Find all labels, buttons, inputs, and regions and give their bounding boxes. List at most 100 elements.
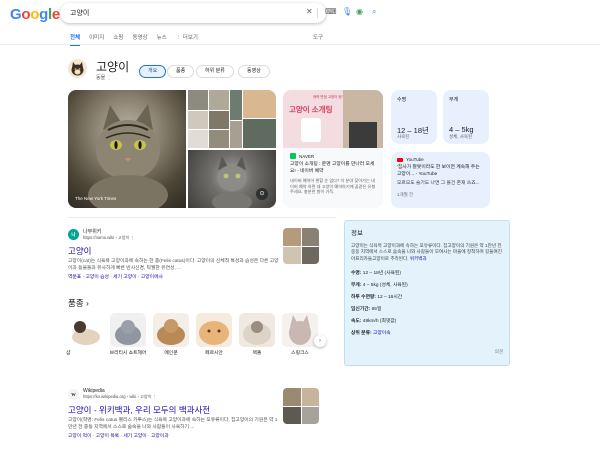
- fact-genus: 상위 분류: 고양이속: [351, 329, 503, 336]
- tools-button[interactable]: 도구: [313, 33, 323, 41]
- image-search-icon[interactable]: ⊙: [256, 188, 268, 200]
- book-title-art: 고양이 소개팅: [289, 105, 333, 114]
- breed-name[interactable]: 스핑크스: [280, 351, 320, 357]
- cat-figure: [301, 118, 321, 142]
- search-box[interactable]: 고양이 ✕ ⌨ 🎙 ◉ ⌕: [60, 3, 376, 23]
- cat-thumb[interactable]: [243, 90, 276, 118]
- stat-card-weight[interactable]: 무게 4 – 5kg 성체, 사육된: [443, 90, 489, 144]
- chip-videos[interactable]: 동영상: [238, 65, 270, 78]
- fact-value: 48km/h (최댓값): [362, 319, 397, 325]
- thumb-cell: [301, 406, 319, 424]
- youtube-source-label: YouTube: [406, 157, 424, 162]
- result-source: 나무위키: [83, 229, 102, 235]
- mic-icon[interactable]: 🎙: [342, 7, 352, 16]
- breeds-heading[interactable]: 품종 ›: [68, 297, 89, 309]
- chip-overview[interactable]: 개요: [139, 65, 167, 78]
- feedback-link[interactable]: 의견: [495, 349, 503, 355]
- cat-thumb[interactable]: [188, 111, 208, 129]
- breed-name[interactable]: 메인쿤: [151, 351, 191, 357]
- naver-source-label: NAVER: [299, 153, 315, 159]
- stat-sub: 성체, 사육된: [449, 134, 473, 139]
- breed-name[interactable]: 샴: [66, 351, 106, 357]
- youtube-title[interactable]: '집사가 잘못이라도 한 보이면 계속해 주는 고양이... - YouTube: [397, 165, 484, 178]
- cat-thumb[interactable]: [188, 130, 208, 148]
- breed-image-maine-coon[interactable]: [153, 313, 189, 347]
- youtube-meta: 1개월 전: [397, 191, 414, 197]
- thumb-cell: [283, 228, 301, 246]
- stat-label: 수명: [397, 97, 407, 103]
- cat-thumb[interactable]: [209, 111, 229, 129]
- breed-name[interactable]: 랙돌: [237, 351, 277, 357]
- cat-thumb[interactable]: [243, 119, 276, 148]
- namuwiki-icon: 나: [68, 229, 79, 240]
- fact-value: 12 – 16시간: [377, 295, 403, 301]
- breed-image-sphynx[interactable]: [282, 313, 318, 347]
- thumb-cell: [301, 388, 319, 406]
- breed-image-persian[interactable]: [196, 313, 232, 347]
- clear-icon[interactable]: ✕: [306, 7, 313, 16]
- stat-value: 4 – 5kg: [449, 125, 474, 134]
- breeds-next-button[interactable]: ›: [314, 335, 326, 347]
- breed-image-siamese[interactable]: [68, 313, 104, 347]
- fact-key: 상위 분류:: [351, 331, 372, 337]
- google-logo[interactable]: Google: [10, 6, 60, 23]
- fact-weight: 무게: 4 – 5kg (성체, 사육된): [351, 281, 503, 288]
- section-divider: [68, 217, 336, 218]
- wikipedia-link[interactable]: 위키백과: [410, 256, 427, 261]
- cat-thumb[interactable]: [230, 90, 242, 120]
- search-icon[interactable]: ⌕: [372, 7, 376, 17]
- naver-icon: [290, 153, 296, 159]
- breed-image-ragdoll[interactable]: [239, 313, 275, 347]
- stat-card-lifespan[interactable]: 수명 12 – 18년 사육된: [391, 90, 437, 144]
- result-sitelinks[interactable]: 고양이 먹이 · 고양이 목록 · 세기 고양이 · 고양이과: [68, 432, 280, 439]
- naver-title[interactable]: 고양이 소개팅 : 운명 고양이를 만나러 오세요! - 네이버 예약: [290, 162, 376, 175]
- fact-gestation: 임신기간: 65일: [351, 305, 503, 312]
- cat-thumb[interactable]: [188, 90, 208, 110]
- thumb-cell: [283, 406, 301, 424]
- namuwiki-thumb[interactable]: [283, 228, 319, 264]
- search-input[interactable]: 고양이: [70, 8, 89, 18]
- entity-subtitle[interactable]: 동물 ⋮: [96, 74, 112, 81]
- fact-value: 12 – 18년 (사육된): [362, 271, 401, 277]
- cat-thumb[interactable]: [209, 130, 229, 148]
- fact-value: 4 – 5kg (성체, 사육된): [362, 283, 408, 289]
- youtube-source: YouTube: [397, 157, 484, 162]
- chevron-right-icon: ›: [86, 298, 89, 308]
- breed-name[interactable]: 브리티시 쇼트헤어: [108, 351, 148, 357]
- result-url[interactable]: https://namu.wiki › 고양이 ⋮: [83, 235, 135, 241]
- result-title[interactable]: 고양이 - 위키백과, 우리 모두의 백과사전: [68, 404, 280, 416]
- info-description: 고양이는 식육목 고양이과에 속하는 포유류이다. 집고양이의 기원은 약 1만…: [351, 243, 503, 262]
- chip-breeds[interactable]: 품종: [167, 65, 195, 78]
- wikipedia-thumb[interactable]: [283, 388, 319, 424]
- cat-image-main[interactable]: [68, 90, 186, 208]
- cat-thumb[interactable]: [230, 121, 242, 148]
- breed-name[interactable]: 페르시안: [194, 351, 234, 357]
- person-legs: [349, 122, 377, 148]
- fact-sleep: 하루 수면량: 12 – 16시간: [351, 293, 503, 300]
- lens-icon[interactable]: ◉: [356, 7, 363, 16]
- result-title[interactable]: 고양이: [68, 245, 280, 257]
- entity-title: 고양이: [96, 60, 130, 74]
- chip-subcategories[interactable]: 하위 분류: [196, 65, 234, 78]
- naver-source: NAVER: [290, 153, 376, 159]
- youtube-card[interactable]: YouTube '집사가 잘못이라도 한 보이면 계속해 주는 고양이... -…: [391, 152, 490, 208]
- cat-image-grid[interactable]: [188, 90, 276, 148]
- wikipedia-icon: W: [68, 388, 79, 400]
- breed-image-british-shorthair[interactable]: [110, 313, 146, 347]
- result-namuwiki: 나 나무위키 https://namu.wiki › 고양이 ⋮ 고양이 고양이…: [68, 228, 280, 280]
- naver-card[interactable]: NAVER 고양이 소개팅 : 운명 고양이를 만나러 오세요! - 네이버 예…: [283, 148, 383, 208]
- fact-value-link[interactable]: 고양이속: [373, 331, 391, 336]
- thumb-cell: [301, 246, 319, 264]
- header-divider: [0, 44, 600, 45]
- result-sitelinks[interactable]: 역문표 · 고양이 습성 · 세기 고양이 · 고양이에사: [68, 273, 280, 280]
- book-image[interactable]: 매력 만점 고양이 탐구서 고양이 소개팅: [283, 90, 383, 148]
- result-snippet: 고양이(cat)는 식육목 고양이과에 속하는 한 종(Felis catus)…: [68, 259, 279, 271]
- thumb-cell: [283, 388, 301, 406]
- result-snippet: 고양이(학명: Felis catus 펠리스 카투스)는 식육목 고양이과에 …: [68, 418, 278, 430]
- cat-thumb[interactable]: [209, 90, 229, 110]
- fact-key: 무게:: [351, 283, 362, 289]
- entity-avatar: [68, 59, 87, 78]
- fact-key: 속도:: [351, 319, 362, 325]
- keyboard-icon[interactable]: ⌨: [325, 7, 337, 16]
- result-url[interactable]: https://ko.wikipedia.org › wiki › 고양이 ⋮: [83, 394, 157, 400]
